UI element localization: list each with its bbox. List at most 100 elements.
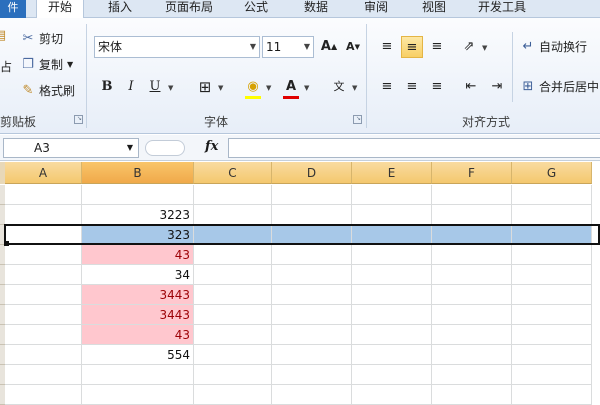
cell-d2[interactable] [272, 205, 352, 225]
cell-b5[interactable]: 34 [82, 265, 194, 285]
cell-a9[interactable] [5, 345, 82, 365]
cell-g1[interactable] [512, 185, 592, 205]
cell-f10[interactable] [432, 365, 512, 385]
align-middle-icon[interactable]: ≡ [401, 36, 423, 58]
cell-c2[interactable] [194, 205, 272, 225]
cell-b10[interactable] [82, 365, 194, 385]
grow-font-button[interactable]: A▲ [318, 36, 340, 58]
cell-c11[interactable] [194, 385, 272, 405]
cell-e1[interactable] [352, 185, 432, 205]
orientation-dropdown-icon[interactable]: ▼ [482, 44, 487, 52]
cell-d11[interactable] [272, 385, 352, 405]
tab-data[interactable]: 数据 [296, 0, 336, 18]
cell-c4[interactable] [194, 245, 272, 265]
cell-b9[interactable]: 554 [82, 345, 194, 365]
clipboard-launcher-icon[interactable]: ↘ [74, 115, 83, 124]
cell-e11[interactable] [352, 385, 432, 405]
column-header-f[interactable]: F [432, 162, 512, 184]
cell-b2[interactable]: 3223 [82, 205, 194, 225]
cell-c10[interactable] [194, 365, 272, 385]
bold-button[interactable]: B [96, 76, 118, 98]
name-box[interactable]: A3 ▼ [3, 138, 139, 158]
cell-e4[interactable] [352, 245, 432, 265]
italic-button[interactable]: I [120, 76, 142, 98]
border-dropdown-icon[interactable]: ▼ [218, 84, 223, 92]
align-top-icon[interactable]: ≡ [376, 36, 398, 58]
fill-color-icon[interactable]: ◉ [242, 76, 264, 98]
column-header-e[interactable]: E [352, 162, 432, 184]
increase-indent-icon[interactable]: ⇥ [486, 76, 508, 98]
paste-button[interactable]: 占 [0, 58, 12, 75]
cell-d9[interactable] [272, 345, 352, 365]
phonetic-dropdown-icon[interactable]: ▼ [352, 84, 357, 92]
cell-g6[interactable] [512, 285, 592, 305]
cell-e9[interactable] [352, 345, 432, 365]
align-bottom-icon[interactable]: ≡ [426, 36, 448, 58]
align-center-icon[interactable]: ≡ [401, 76, 423, 98]
fill-handle[interactable] [4, 241, 9, 246]
column-header-b[interactable]: B [82, 162, 194, 184]
cell-a8[interactable] [5, 325, 82, 345]
merge-center-button[interactable]: ⊞ 合并后居中 [520, 78, 599, 95]
cell-c8[interactable] [194, 325, 272, 345]
align-left-icon[interactable]: ≡ [376, 76, 398, 98]
cell-c5[interactable] [194, 265, 272, 285]
tab-file[interactable]: 件 [0, 0, 26, 18]
shrink-font-button[interactable]: A▼ [342, 36, 364, 58]
cell-a1[interactable] [5, 185, 82, 205]
column-header-d[interactable]: D [272, 162, 352, 184]
cell-b4[interactable]: 43 [82, 245, 194, 265]
copy-button[interactable]: ❐ 复制 ▼ [20, 56, 73, 73]
align-right-icon[interactable]: ≡ [426, 76, 448, 98]
cell-f1[interactable] [432, 185, 512, 205]
tab-formulas[interactable]: 公式 [236, 0, 276, 18]
tab-view[interactable]: 视图 [414, 0, 454, 18]
font-color-dropdown-icon[interactable]: ▼ [304, 84, 309, 92]
cell-b1[interactable] [82, 185, 194, 205]
chevron-down-icon[interactable]: ▼ [127, 139, 133, 157]
cell-d4[interactable] [272, 245, 352, 265]
font-color-icon[interactable]: A [280, 76, 302, 98]
cell-d7[interactable] [272, 305, 352, 325]
cell-b7[interactable]: 3443 [82, 305, 194, 325]
cell-g10[interactable] [512, 365, 592, 385]
tab-page-layout[interactable]: 页面布局 [157, 0, 221, 18]
decrease-indent-icon[interactable]: ⇤ [460, 76, 482, 98]
cell-d6[interactable] [272, 285, 352, 305]
cell-e8[interactable] [352, 325, 432, 345]
cell-f6[interactable] [432, 285, 512, 305]
cell-a4[interactable] [5, 245, 82, 265]
cell-a6[interactable] [5, 285, 82, 305]
column-header-c[interactable]: C [194, 162, 272, 184]
cell-g4[interactable] [512, 245, 592, 265]
cell-f8[interactable] [432, 325, 512, 345]
cell-b8[interactable]: 43 [82, 325, 194, 345]
cell-a7[interactable] [5, 305, 82, 325]
cell-f4[interactable] [432, 245, 512, 265]
tab-home[interactable]: 开始 [36, 0, 84, 19]
cell-c9[interactable] [194, 345, 272, 365]
cell-f11[interactable] [432, 385, 512, 405]
cell-b11[interactable] [82, 385, 194, 405]
cell-f5[interactable] [432, 265, 512, 285]
cut-button[interactable]: ✂ 剪切 [20, 30, 63, 47]
format-painter-button[interactable]: ✎ 格式刷 [20, 82, 75, 99]
cell-g8[interactable] [512, 325, 592, 345]
underline-dropdown-icon[interactable]: ▼ [168, 84, 173, 92]
cell-a10[interactable] [5, 365, 82, 385]
cell-g2[interactable] [512, 205, 592, 225]
tab-insert[interactable]: 插入 [98, 0, 142, 18]
font-name-combo[interactable]: 宋体 ▼ [94, 36, 260, 58]
cell-b6[interactable]: 3443 [82, 285, 194, 305]
cell-e2[interactable] [352, 205, 432, 225]
tab-developer[interactable]: 开发工具 [470, 0, 534, 18]
cell-c6[interactable] [194, 285, 272, 305]
cell-g7[interactable] [512, 305, 592, 325]
cell-e5[interactable] [352, 265, 432, 285]
underline-button[interactable]: U [144, 76, 166, 98]
cell-c7[interactable] [194, 305, 272, 325]
phonetic-icon[interactable]: 文 [328, 76, 350, 98]
cell-g5[interactable] [512, 265, 592, 285]
cell-a5[interactable] [5, 265, 82, 285]
copy-dropdown-icon[interactable]: ▼ [67, 60, 73, 69]
